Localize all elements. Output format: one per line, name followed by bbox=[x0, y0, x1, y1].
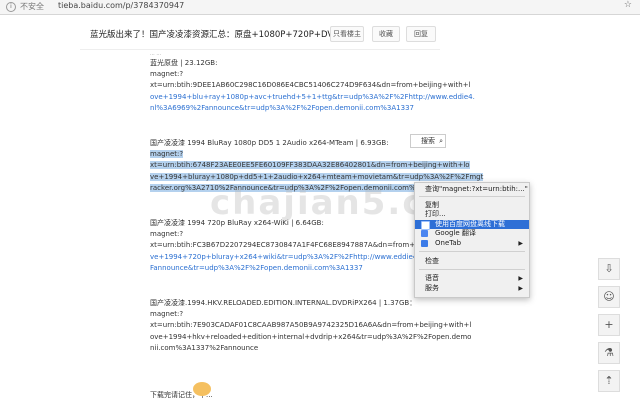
post-content: ··· ··· 蓝光原盘 | 23.12GB: magnet:? xt=urn:… bbox=[150, 52, 484, 401]
search-selection-button[interactable]: 搜索 ⌕ bbox=[410, 134, 446, 148]
reply-button[interactable]: 回复 bbox=[406, 26, 436, 42]
back-to-top-icon[interactable]: ⇡ bbox=[598, 370, 620, 392]
plus-icon[interactable]: + bbox=[598, 314, 620, 336]
post-line: nii.com%3A1337%2Fannounce bbox=[150, 343, 259, 352]
submenu-arrow-icon: ▶ bbox=[518, 285, 523, 292]
menu-item-label: Google 翻译 bbox=[435, 229, 476, 237]
address-bar: i 不安全 tieba.baidu.com/p/3784370947 ☆ bbox=[0, 0, 640, 15]
submenu-arrow-icon: ▶ bbox=[518, 275, 523, 282]
post-line: 国产凌凌漆 1994 BluRay 1080p DD5 1 2Audio x26… bbox=[150, 139, 389, 148]
favorite-button[interactable]: 收藏 bbox=[372, 26, 400, 42]
bookmark-star-icon[interactable]: ☆ bbox=[624, 0, 632, 10]
post-line: xt=urn:btih:9DEE1AB60C298C16D086E4CBC514… bbox=[150, 81, 471, 90]
right-tool-bar: ⇩ ☺ + ⚗ ⇡ bbox=[598, 258, 620, 398]
url-field[interactable]: tieba.baidu.com/p/3784370947 bbox=[58, 1, 184, 10]
menu-item-onetab[interactable]: OneTab ▶ bbox=[415, 239, 529, 248]
mascot-icon[interactable]: ☺ bbox=[598, 286, 620, 308]
post-line: magnet:? bbox=[150, 230, 184, 239]
menu-separator bbox=[419, 196, 525, 197]
menu-item-print[interactable]: 打印... bbox=[415, 210, 529, 219]
emoji-icon bbox=[193, 382, 211, 396]
menu-item-speech[interactable]: 语音 ▶ bbox=[415, 274, 529, 283]
info-icon[interactable]: i bbox=[6, 2, 16, 12]
menu-separator bbox=[419, 251, 525, 252]
post-line: magnet:? bbox=[150, 310, 184, 319]
download-app-icon[interactable]: ⇩ bbox=[598, 258, 620, 280]
post-line: xt=urn:btih:7E903CADAF01C8CAAB987A50B9A9… bbox=[150, 321, 472, 330]
post-link[interactable]: ve+1994+720p+bluray+x264+wiki&tr=udp%3A%… bbox=[150, 252, 475, 263]
flask-icon[interactable]: ⚗ bbox=[598, 342, 620, 364]
post-line: ove+1994+hkv+reloaded+edition+internal+d… bbox=[150, 332, 472, 341]
post-line: 国产凌凌漆.1994.HKV.RELOADED.EDITION.INTERNAL… bbox=[150, 299, 417, 308]
selected-text: xt=urn:btih:6748F23AEE0EE5FE60109FF383DA… bbox=[150, 161, 470, 170]
onetab-icon bbox=[421, 240, 428, 247]
submenu-arrow-icon: ▶ bbox=[518, 240, 523, 247]
menu-item-label: OneTab bbox=[435, 239, 462, 247]
menu-item-baidu-offline[interactable]: 使用百度网盘离线下载 bbox=[415, 220, 529, 230]
menu-item-lookup[interactable]: 查询"magnet:?xt=urn:btih:..." bbox=[415, 185, 529, 194]
only-owner-button[interactable]: 只看楼主 bbox=[330, 26, 364, 42]
post-line: xt=urn:btih:FC3B67D2207294EC8730847A1F4F… bbox=[150, 241, 472, 250]
menu-item-label: 语音 bbox=[425, 274, 439, 282]
thread-header: 蓝光版出来了！国产凌凌漆资源汇总：原盘+1080P+720P+DVD... 只看… bbox=[80, 17, 440, 50]
context-menu: 查询"magnet:?xt=urn:btih:..." 复制 打印... 使用百… bbox=[414, 182, 530, 298]
thread-title: 蓝光版出来了！国产凌凌漆资源汇总：原盘+1080P+720P+DVD... bbox=[90, 30, 330, 40]
post-line: magnet:? bbox=[150, 70, 184, 79]
post-line-selected: magnet:? bbox=[150, 149, 450, 160]
post-link[interactable]: nl%3A6969%2Fannounce&tr=udp%3A%2F%2Fopen… bbox=[150, 103, 450, 114]
menu-item-label: 服务 bbox=[425, 284, 439, 292]
selected-text: magnet:? bbox=[150, 150, 184, 159]
post-link[interactable]: ove+1994+blu+ray+1080p+avc+truehd+5+1+tt… bbox=[150, 92, 475, 103]
menu-separator bbox=[419, 269, 525, 270]
menu-item-copy[interactable]: 复制 bbox=[415, 201, 529, 210]
post-line-selected: ve+1994+bluray+1080p+dd5+1+2audio+x264+m… bbox=[150, 172, 484, 183]
post-line-selected: xt=urn:btih:6748F23AEE0EE5FE60109FF383DA… bbox=[150, 160, 470, 171]
menu-item-services[interactable]: 服务 ▶ bbox=[415, 284, 529, 293]
search-icon: ⌕ bbox=[439, 137, 443, 145]
post-line: 蓝光原盘 | 23.12GB: bbox=[150, 59, 218, 67]
google-translate-icon bbox=[421, 230, 428, 237]
post-link[interactable]: Fannounce&tr=udp%3A%2F%2Fopen.demonii.co… bbox=[150, 263, 450, 274]
security-label: 不安全 bbox=[20, 2, 44, 11]
menu-item-google-translate[interactable]: Google 翻译 bbox=[415, 229, 529, 238]
search-label: 搜索 bbox=[421, 137, 435, 145]
selected-text: ve+1994+bluray+1080p+dd5+1+2audio+x264+m… bbox=[150, 172, 484, 181]
menu-item-label: 使用百度网盘离线下载 bbox=[435, 220, 505, 228]
menu-item-inspect[interactable]: 检查 bbox=[415, 257, 529, 266]
